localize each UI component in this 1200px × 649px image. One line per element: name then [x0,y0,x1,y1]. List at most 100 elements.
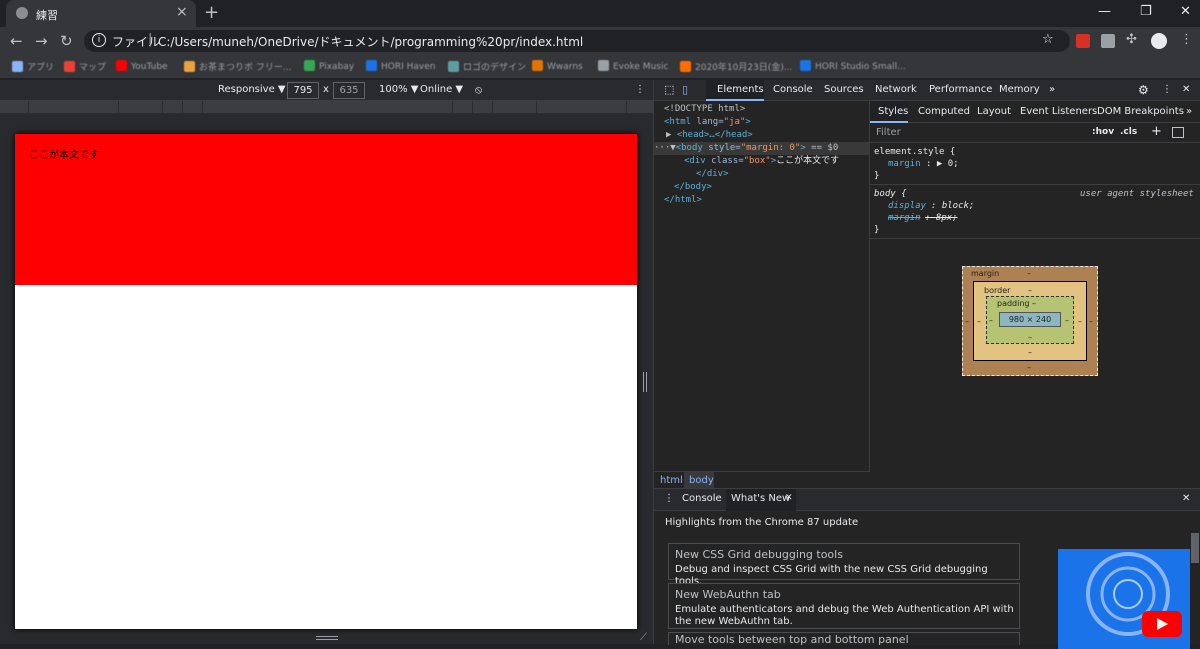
video-thumbnail[interactable] [1058,549,1190,649]
margin-right[interactable]: – [1089,317,1093,326]
margin-left[interactable]: – [965,317,969,326]
tab-performance[interactable]: Performance [929,84,992,95]
browser-tab[interactable]: 練習 × [6,0,196,27]
dom-doctype[interactable]: <!DOCTYPE html> [664,103,745,116]
padding-bottom[interactable]: – [1028,333,1032,342]
dom-div-node[interactable]: <div class="box">ここが本文です [684,155,839,168]
tab-close-icon[interactable]: × [176,4,188,20]
tab-dom-breakpoints[interactable]: DOM Breakpoints [1097,106,1184,117]
dom-head-node[interactable]: ▶ <head>…</head> [666,129,753,142]
whatsnew-card[interactable]: New CSS Grid debugging tools Debug and i… [668,543,1020,587]
inspect-icon[interactable]: ⬚ [664,83,674,96]
dom-body-node[interactable]: ···▼<body style="margin: 0"> == $0 [654,142,838,155]
media-query-ruler[interactable] [0,101,653,114]
forward-icon[interactable]: → [35,32,48,50]
bookmark-item[interactable]: 2020年10月23日(金)... [680,60,792,74]
maximize-button[interactable]: ❐ [1140,4,1152,19]
bookmark-item[interactable]: お茶まつりボ フリー... [184,60,291,74]
tab-network[interactable]: Network [875,84,917,95]
url-text[interactable]: C:/Users/muneh/OneDrive/ドキュメント/programmi… [158,33,583,50]
close-window-button[interactable]: ✕ [1180,4,1191,19]
bookmark-item[interactable]: Evoke Music [598,60,668,74]
dom-body-close[interactable]: </body> [674,181,712,194]
hov-button[interactable]: :hov [1092,127,1114,137]
device-toggle-icon[interactable]: ▯ [682,83,688,96]
bookmark-item[interactable]: ロゴのデザイン [448,60,526,74]
drawer-menu-icon[interactable]: ⋮ [664,493,674,504]
border-top[interactable]: – [1028,286,1032,295]
height-input[interactable]: 635 [333,82,365,99]
tab-styles[interactable]: Styles [878,106,908,117]
back-icon[interactable]: ← [10,32,23,50]
devtools-menu-icon[interactable]: ⋮ [1162,84,1172,95]
device-select[interactable]: Responsive ▼ [218,84,286,95]
bookmark-item[interactable]: YouTube [116,60,168,74]
more-tabs-icon[interactable]: » [1049,84,1055,95]
profile-avatar[interactable] [1151,33,1167,49]
breadcrumb-body[interactable]: body [689,475,714,486]
padding-left[interactable]: – [989,316,993,325]
settings-gear-icon[interactable]: ⚙ [1138,83,1149,97]
dom-html-node[interactable]: <html lang="ja"> [664,116,751,129]
reload-icon[interactable]: ↻ [60,32,73,50]
youtube-play-icon[interactable] [1142,611,1182,637]
zoom-select[interactable]: 100% ▼ [379,84,418,95]
minimize-button[interactable]: — [1098,4,1111,19]
whatsnew-close-icon[interactable]: ✕ [785,493,793,503]
filter-input[interactable]: Filter [876,127,901,138]
whatsnew-card[interactable]: Move tools between top and bottom panel [668,632,1020,645]
rotate-icon[interactable]: ⦸ [475,83,482,97]
whatsnew-card[interactable]: New WebAuthn tab Emulate authenticators … [668,583,1020,629]
width-input[interactable]: 795 [287,82,319,99]
bookmark-item[interactable]: HORI Studio Small... [800,60,906,74]
bookmark-star-icon[interactable]: ☆ [1042,32,1054,47]
rule1-value[interactable]: : ▶ 0; [926,159,959,169]
tab-layout[interactable]: Layout [977,106,1011,117]
resize-corner-icon[interactable]: ⟋ [640,632,647,643]
dom-html-close[interactable]: </html> [664,194,702,207]
extension-icon[interactable] [1101,34,1115,48]
more-options-icon[interactable]: ⋮ [635,84,645,95]
bookmark-item[interactable]: マップ [64,60,106,74]
tab-sources[interactable]: Sources [824,84,864,95]
more-style-tabs-icon[interactable]: » [1186,106,1192,117]
padding-right[interactable]: – [1065,316,1069,325]
border-left[interactable]: – [977,317,981,326]
bookmark-item[interactable]: Pixabay [304,60,354,74]
rule1-selector: element.style { [874,147,956,157]
bookmark-item[interactable]: HORI Haven [366,60,435,74]
toggle-sidebar-icon[interactable] [1172,127,1184,138]
menu-icon[interactable]: ⋮ [1180,32,1193,47]
breadcrumb-html[interactable]: html [660,475,683,486]
dom-div-close[interactable]: </div> [696,168,729,181]
tab-elements[interactable]: Elements [717,84,764,95]
devtools-close-icon[interactable]: ✕ [1182,84,1190,95]
drawer-tab-whatsnew[interactable]: What's New [731,493,790,504]
drawer-tab-console[interactable]: Console [682,493,722,504]
cls-button[interactable]: .cls [1120,127,1137,137]
new-tab-button[interactable]: + [204,2,219,23]
border-right[interactable]: – [1078,317,1082,326]
network-select[interactable]: Online ▼ [420,84,463,95]
tab-event-listeners[interactable]: Event Listeners [1020,106,1097,117]
margin-top[interactable]: – [1027,269,1031,278]
rule1-prop[interactable]: margin [888,159,921,169]
address-bar[interactable]: i ファイル | C:/Users/muneh/OneDrive/ドキュメント/… [84,30,1070,52]
drawer-close-icon[interactable]: ✕ [1182,493,1190,504]
info-icon[interactable]: i [92,33,106,47]
extension-off-icon[interactable] [1076,34,1090,48]
tab-console[interactable]: Console [773,84,813,95]
margin-bottom[interactable]: – [1027,363,1031,372]
new-rule-button[interactable]: + [1151,124,1162,139]
tab-computed[interactable]: Computed [918,106,970,117]
bookmark-item[interactable]: アプリ [12,60,54,74]
resize-handle-bottom[interactable] [316,636,338,640]
resize-handle-right[interactable] [643,372,647,392]
bookmark-item[interactable]: Wwarns [532,60,583,74]
border-bottom[interactable]: – [1028,348,1032,357]
scrollbar-thumb[interactable] [1191,533,1199,563]
bookmark-icon [366,60,377,71]
extensions-puzzle-icon[interactable]: ✣ [1126,32,1137,47]
content-box[interactable]: 980 × 240 [999,312,1061,327]
tab-memory[interactable]: Memory [999,84,1040,95]
